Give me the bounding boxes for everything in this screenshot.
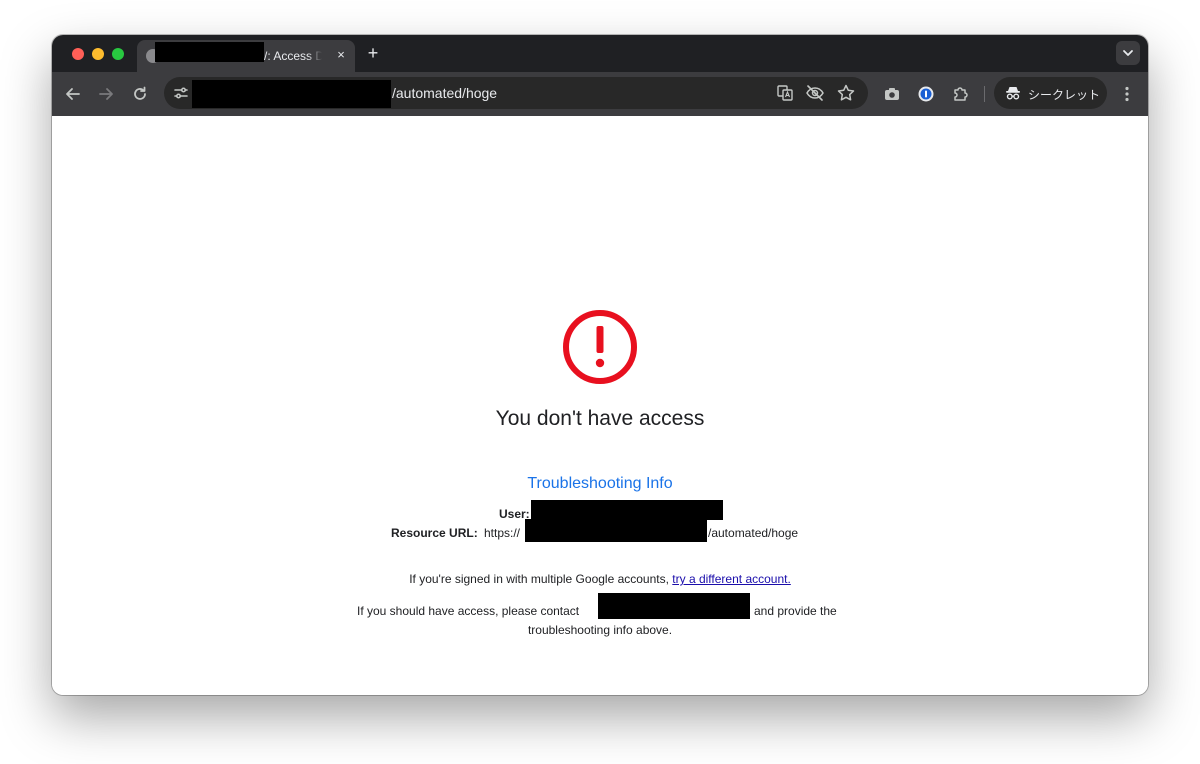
- resource-url-label: Resource URL:: [391, 526, 478, 540]
- reload-icon[interactable]: [129, 83, 151, 105]
- site-settings-icon[interactable]: [170, 82, 192, 104]
- toolbar: /automated/hoge シークレット: [52, 72, 1148, 116]
- incognito-label: シークレット: [1028, 88, 1101, 102]
- incognito-icon: [1003, 83, 1023, 103]
- redacted-contact: [598, 593, 750, 619]
- troubleshooting-title: Troubleshooting Info: [527, 475, 673, 492]
- password-manager-icon[interactable]: [915, 83, 937, 105]
- translate-icon[interactable]: [774, 82, 796, 104]
- tab-title: /: Access D: [264, 49, 322, 63]
- resource-url-suffix: /automated/hoge: [708, 526, 799, 540]
- tab-close-icon[interactable]: ×: [333, 47, 349, 63]
- eye-off-icon[interactable]: [804, 82, 826, 104]
- forward-icon[interactable]: [95, 83, 117, 105]
- contact-prefix: If you should have access, please contac…: [357, 604, 580, 618]
- minimize-window-button[interactable]: [92, 48, 104, 60]
- page-content: You don't have access Troubleshooting In…: [52, 116, 1148, 695]
- star-icon[interactable]: [835, 82, 857, 104]
- address-bar[interactable]: /automated/hoge: [164, 77, 868, 109]
- redacted-url-host: [192, 80, 391, 108]
- contact-suffix: and provide the: [754, 604, 837, 618]
- title-bar: /: Access D × +: [52, 35, 1148, 72]
- close-window-button[interactable]: [72, 48, 84, 60]
- alert-icon: [562, 309, 638, 385]
- back-icon[interactable]: [62, 83, 84, 105]
- contact-line-2: troubleshooting info above.: [527, 623, 673, 637]
- redacted-user: [531, 500, 723, 520]
- browser-window: /: Access D × + /automated/hoge シークレット Y…: [52, 35, 1148, 695]
- try-different-account-link[interactable]: try a different account.: [672, 572, 791, 586]
- camera-icon[interactable]: [881, 83, 903, 105]
- menu-icon[interactable]: [1116, 83, 1138, 105]
- url-text: /automated/hoge: [392, 85, 498, 101]
- multiple-accounts-text: If you're signed in with multiple Google…: [409, 572, 669, 586]
- extensions-icon[interactable]: [949, 83, 971, 105]
- new-tab-button[interactable]: +: [363, 43, 383, 63]
- active-tab[interactable]: /: Access D ×: [137, 40, 355, 72]
- multiple-accounts-message: If you're signed in with multiple Google…: [52, 572, 1148, 586]
- redacted-resource-host: [525, 519, 707, 542]
- incognito-button[interactable]: シークレット: [994, 77, 1107, 109]
- resource-url-prefix: https://: [484, 526, 521, 540]
- page-title: You don't have access: [495, 407, 705, 430]
- tab-search-icon[interactable]: [1116, 41, 1140, 65]
- redacted-tab-title: [155, 42, 264, 62]
- maximize-window-button[interactable]: [112, 48, 124, 60]
- toolbar-divider: [984, 86, 985, 102]
